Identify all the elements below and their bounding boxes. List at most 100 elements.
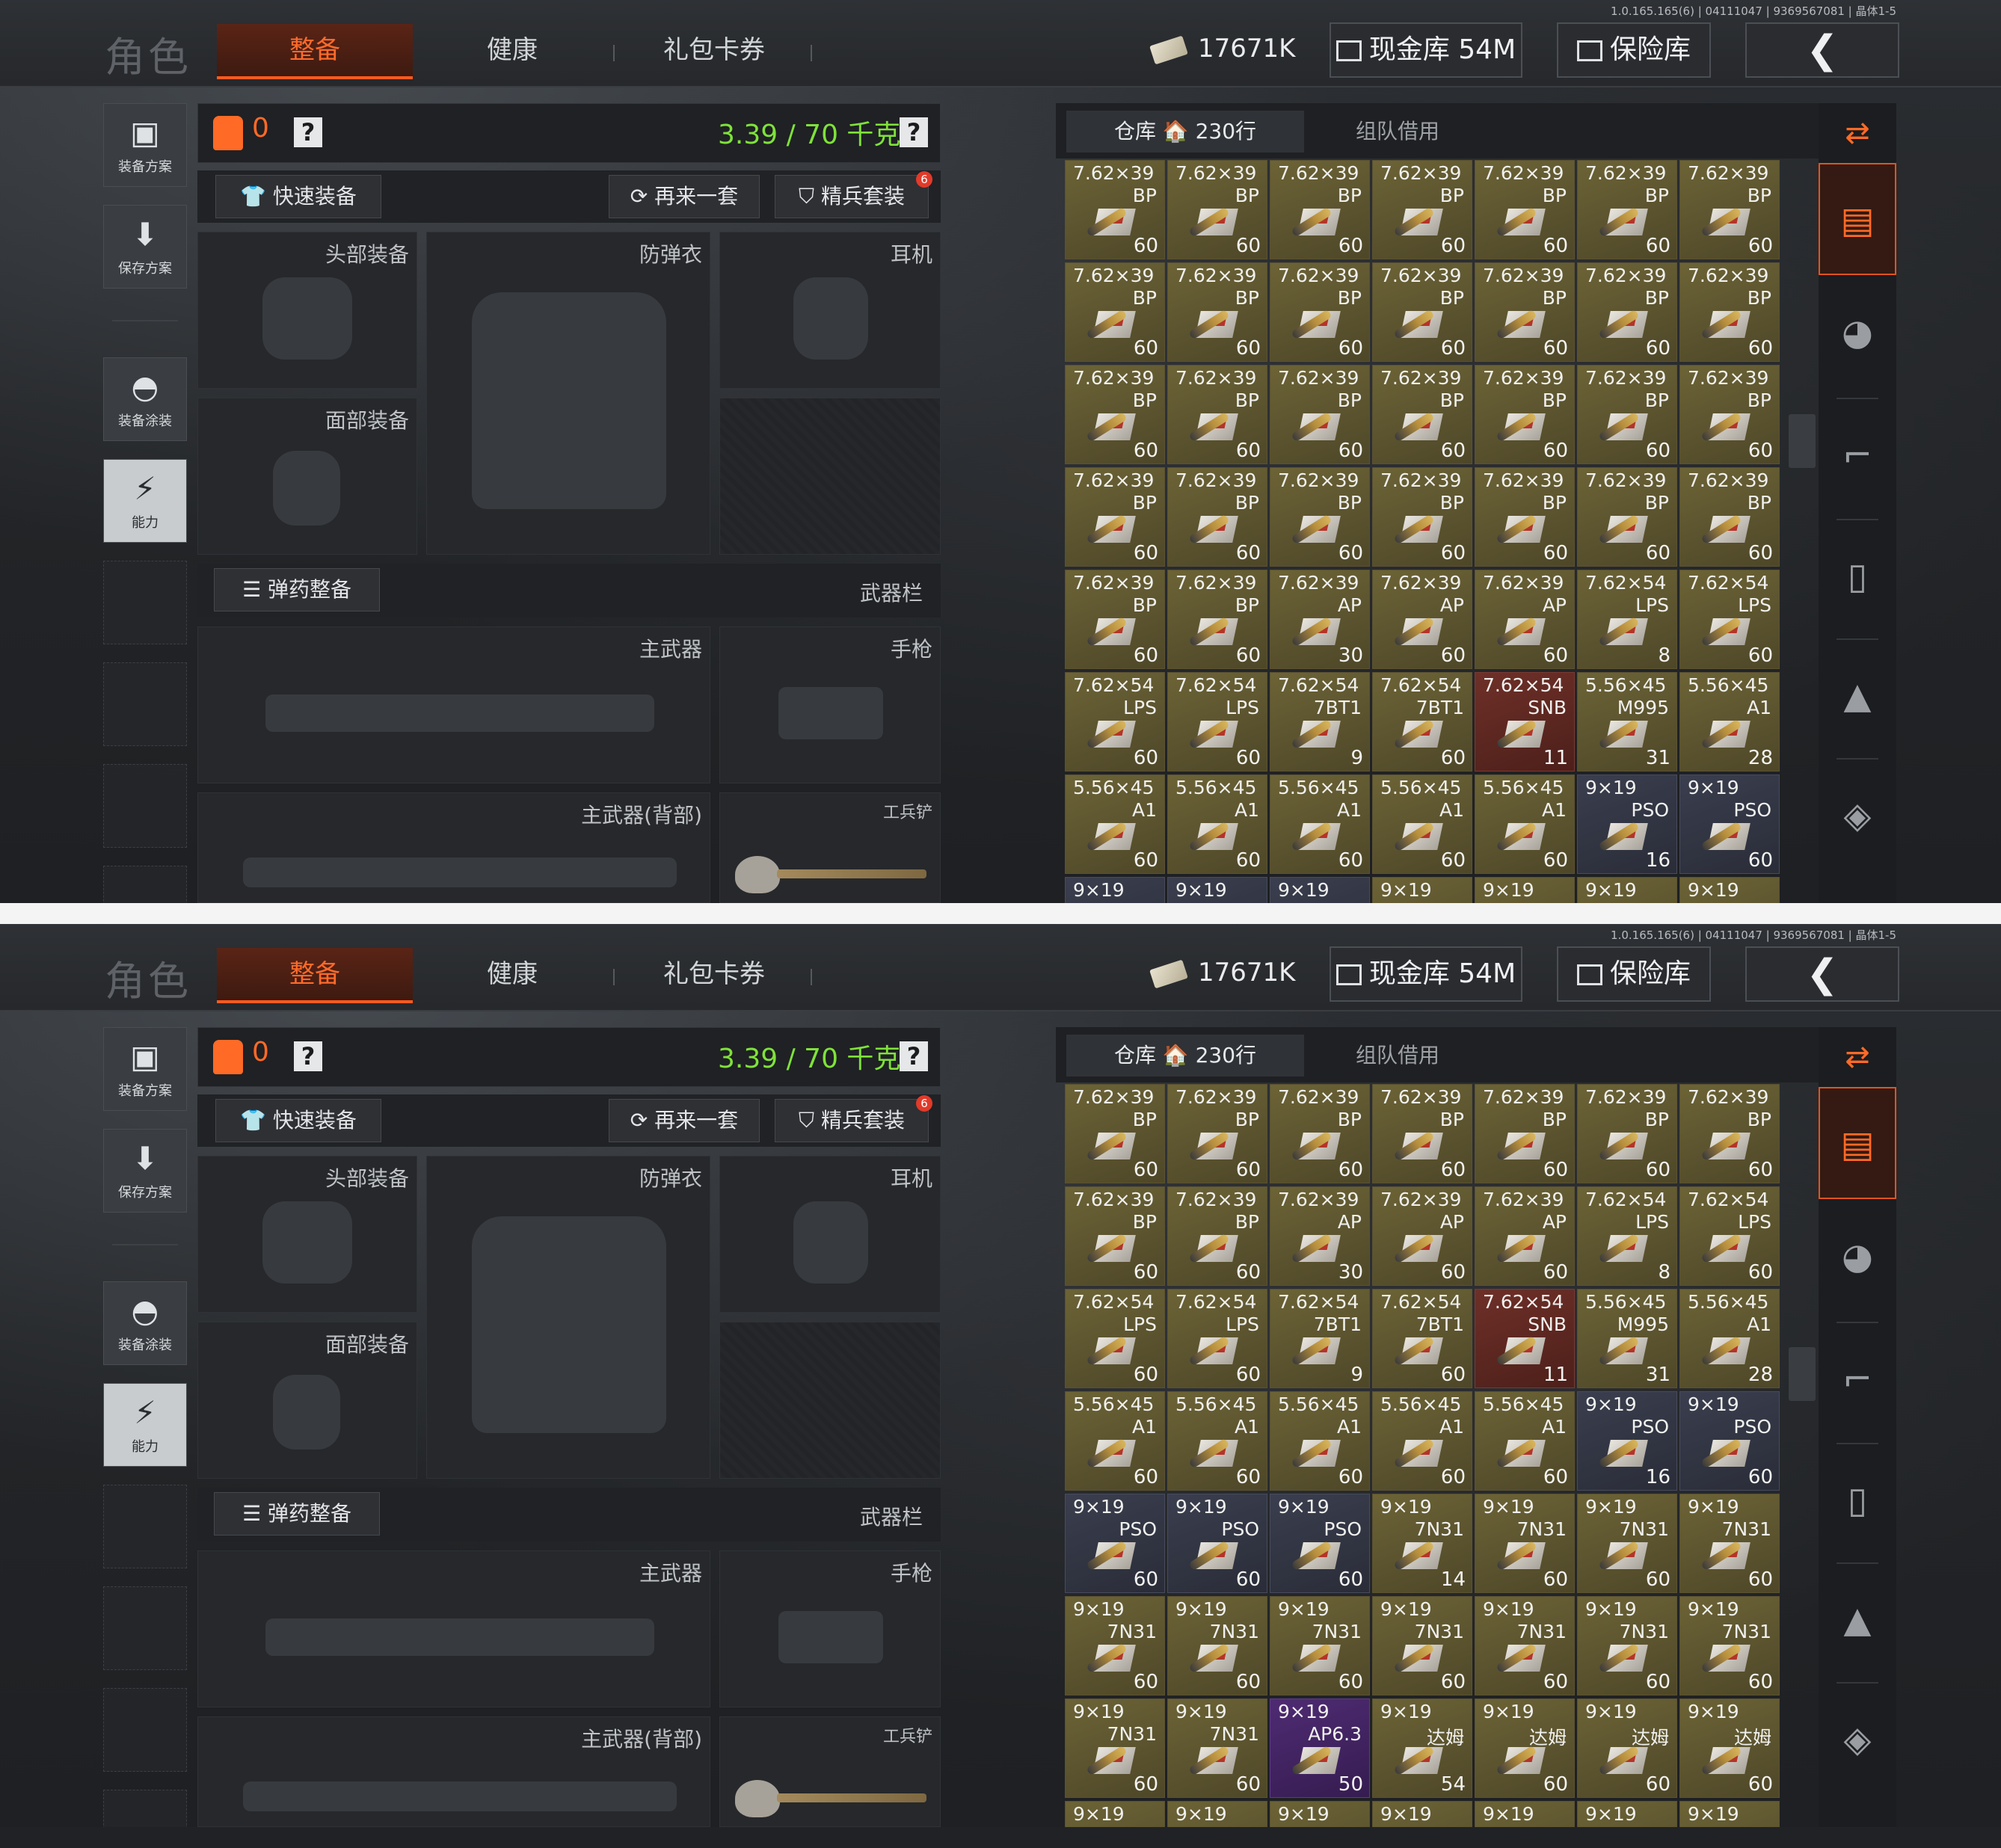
- inventory-item-cell[interactable]: 9×19: [1270, 1801, 1370, 1827]
- inventory-item-cell[interactable]: 7.62×39 BP 60: [1167, 262, 1267, 362]
- inventory-item-cell[interactable]: 7.62×39 AP 60: [1372, 570, 1472, 669]
- quick-equip-button[interactable]: 👕 快速装备: [215, 175, 381, 218]
- inventory-item-cell[interactable]: 5.56×45 A1 60: [1270, 774, 1370, 874]
- inventory-item-cell[interactable]: 7.62×54 7BT1 60: [1372, 1289, 1472, 1388]
- tab-gift-cards[interactable]: 礼包卡券: [636, 948, 793, 1000]
- inventory-item-cell[interactable]: 5.56×45 A1 60: [1475, 774, 1575, 874]
- inventory-item-cell[interactable]: 7.62×39 BP 60: [1167, 1084, 1267, 1183]
- inventory-item-cell[interactable]: 7.62×39 BP 60: [1270, 1084, 1370, 1183]
- inventory-item-cell[interactable]: 5.56×45 A1 28: [1679, 672, 1780, 771]
- inventory-item-cell[interactable]: 7.62×39 BP 60: [1270, 262, 1370, 362]
- inventory-item-cell[interactable]: 9×19 7N31 60: [1065, 1698, 1165, 1798]
- ammo-sort-button[interactable]: ☰ 弹药整备: [214, 568, 380, 612]
- tab-team-borrow[interactable]: 组队借用: [1312, 111, 1484, 153]
- inventory-item-cell[interactable]: 9×19 7N31 60: [1372, 1596, 1472, 1695]
- safe-button[interactable]: 保险库: [1557, 22, 1711, 78]
- inventory-item-cell[interactable]: 9×19: [1065, 877, 1165, 903]
- help-button[interactable]: ?: [294, 117, 322, 147]
- inventory-item-cell[interactable]: 9×19: [1577, 1801, 1677, 1827]
- inventory-item-cell[interactable]: 7.62×54 LPS 60: [1167, 672, 1267, 771]
- sort-icon[interactable]: ⇄: [1819, 1027, 1896, 1087]
- inventory-item-cell[interactable]: 9×19 7N31 60: [1577, 1494, 1677, 1593]
- tab-prepare[interactable]: 整备: [217, 948, 413, 1003]
- inventory-item-cell[interactable]: 5.56×45 A1 60: [1167, 774, 1267, 874]
- equipment-skin-button[interactable]: ◓ 装备涂装: [103, 1281, 187, 1365]
- inventory-item-cell[interactable]: 9×19 PSO 16: [1577, 774, 1677, 874]
- inventory-item-cell[interactable]: 7.62×54 7BT1 9: [1270, 672, 1370, 771]
- inventory-item-cell[interactable]: 7.62×39 BP 60: [1475, 160, 1575, 259]
- inventory-item-cell[interactable]: 9×19 PSO 60: [1679, 774, 1780, 874]
- inventory-item-cell[interactable]: 5.56×45 A1 60: [1065, 774, 1165, 874]
- quick-equip-button[interactable]: 👕 快速装备: [215, 1099, 381, 1142]
- inventory-item-cell[interactable]: 7.62×54 LPS 60: [1167, 1289, 1267, 1388]
- equip-again-button[interactable]: ⟳ 再来一套: [609, 1099, 760, 1142]
- ammo-sort-button[interactable]: ☰ 弹药整备: [214, 1492, 380, 1536]
- inventory-item-cell[interactable]: 7.62×39 BP 60: [1372, 467, 1472, 567]
- inventory-item-cell[interactable]: 7.62×39 BP 60: [1372, 1084, 1472, 1183]
- inventory-item-cell[interactable]: 9×19: [1372, 877, 1472, 903]
- inventory-item-cell[interactable]: 7.62×54 SNB 11: [1475, 1289, 1575, 1388]
- inventory-item-cell[interactable]: 7.62×39 BP 60: [1679, 160, 1780, 259]
- headset-slot[interactable]: 耳机: [719, 1156, 941, 1313]
- head-gear-slot[interactable]: 头部装备: [197, 1156, 417, 1313]
- inventory-item-cell[interactable]: 7.62×39 BP 60: [1372, 262, 1472, 362]
- filter-all-icon[interactable]: ▤: [1819, 163, 1896, 275]
- weight-help-button[interactable]: ?: [900, 1041, 928, 1071]
- tab-health[interactable]: 健康: [449, 24, 576, 76]
- inventory-item-cell[interactable]: 9×19 AP6.3 50: [1270, 1698, 1370, 1798]
- inventory-item-cell[interactable]: 7.62×39 AP 30: [1270, 570, 1370, 669]
- filter-bullet-icon[interactable]: ▲: [1819, 1564, 1896, 1676]
- loadout-plan-button[interactable]: ▣ 装备方案: [103, 103, 187, 187]
- inventory-item-cell[interactable]: 7.62×39 BP 60: [1167, 570, 1267, 669]
- inventory-item-cell[interactable]: 7.62×54 SNB 11: [1475, 672, 1575, 771]
- inventory-item-cell[interactable]: 9×19 7N31 60: [1679, 1494, 1780, 1593]
- filter-bullet-icon[interactable]: ▲: [1819, 640, 1896, 752]
- cash-vault-button[interactable]: 现金库 54M: [1330, 22, 1522, 78]
- inventory-item-cell[interactable]: 5.56×45 A1 60: [1167, 1391, 1267, 1491]
- filter-all-icon[interactable]: ▤: [1819, 1087, 1896, 1199]
- inventory-item-cell[interactable]: 7.62×54 LPS 60: [1065, 672, 1165, 771]
- weight-help-button[interactable]: ?: [900, 117, 928, 147]
- inventory-item-cell[interactable]: 7.62×39 BP 60: [1065, 1084, 1165, 1183]
- inventory-item-cell[interactable]: 5.56×45 A1 60: [1475, 1391, 1575, 1491]
- help-button[interactable]: ?: [294, 1041, 322, 1071]
- inventory-item-cell[interactable]: 7.62×54 LPS 8: [1577, 570, 1677, 669]
- tab-warehouse[interactable]: 仓库 🏠 230行: [1066, 111, 1304, 153]
- inventory-item-cell[interactable]: 9×19 PSO 60: [1167, 1494, 1267, 1593]
- inventory-item-cell[interactable]: 9×19 7N31 60: [1475, 1596, 1575, 1695]
- loadout-plan-button[interactable]: ▣ 装备方案: [103, 1027, 187, 1111]
- inventory-item-cell[interactable]: 9×19 PSO 60: [1270, 1494, 1370, 1593]
- primary-weapon-back-slot[interactable]: 主武器(背部): [197, 792, 710, 903]
- filter-attachment-icon[interactable]: ◈: [1819, 760, 1896, 872]
- armor-vest-slot[interactable]: 防弹衣: [426, 1156, 710, 1479]
- tab-prepare[interactable]: 整备: [217, 24, 413, 79]
- inventory-item-cell[interactable]: 7.62×54 7BT1 60: [1372, 672, 1472, 771]
- warehouse-scrollbar[interactable]: [1789, 1347, 1816, 1401]
- inventory-item-cell[interactable]: 7.62×54 LPS 8: [1577, 1186, 1677, 1286]
- inventory-item-cell[interactable]: 7.62×39 BP 60: [1679, 262, 1780, 362]
- inventory-item-cell[interactable]: 9×19: [1065, 1801, 1165, 1827]
- inventory-item-cell[interactable]: 7.62×54 LPS 60: [1065, 1289, 1165, 1388]
- elite-kit-button[interactable]: ⛉ 精兵套装 6: [775, 1095, 932, 1142]
- inventory-item-cell[interactable]: 9×19: [1167, 1801, 1267, 1827]
- inventory-item-cell[interactable]: 7.62×39 BP 60: [1167, 1186, 1267, 1286]
- inventory-item-cell[interactable]: 7.62×39 BP 60: [1065, 160, 1165, 259]
- inventory-item-cell[interactable]: 9×19 达姆 60: [1679, 1698, 1780, 1798]
- inventory-item-cell[interactable]: 7.62×39 BP 60: [1065, 1186, 1165, 1286]
- inventory-item-cell[interactable]: 7.62×39 BP 60: [1372, 160, 1472, 259]
- inventory-item-cell[interactable]: 9×19 7N31 60: [1065, 1596, 1165, 1695]
- inventory-item-cell[interactable]: 7.62×39 BP 60: [1679, 1084, 1780, 1183]
- shovel-slot[interactable]: 工兵铲: [719, 1716, 941, 1827]
- ability-button[interactable]: ⚡ 能力: [103, 1383, 187, 1467]
- safe-button[interactable]: 保险库: [1557, 946, 1711, 1002]
- inventory-item-cell[interactable]: 9×19 PSO 60: [1679, 1391, 1780, 1491]
- inventory-item-cell[interactable]: 9×19: [1577, 877, 1677, 903]
- primary-weapon-slot[interactable]: 主武器: [197, 626, 710, 783]
- sort-icon[interactable]: ⇄: [1819, 103, 1896, 163]
- inventory-item-cell[interactable]: 5.56×45 A1 60: [1372, 1391, 1472, 1491]
- tab-warehouse[interactable]: 仓库 🏠 230行: [1066, 1035, 1304, 1077]
- inventory-item-cell[interactable]: 9×19: [1679, 1801, 1780, 1827]
- character-title[interactable]: 角色: [105, 24, 191, 83]
- equipment-skin-button[interactable]: ◓ 装备涂装: [103, 357, 187, 441]
- inventory-item-cell[interactable]: 7.62×39 BP 60: [1577, 467, 1677, 567]
